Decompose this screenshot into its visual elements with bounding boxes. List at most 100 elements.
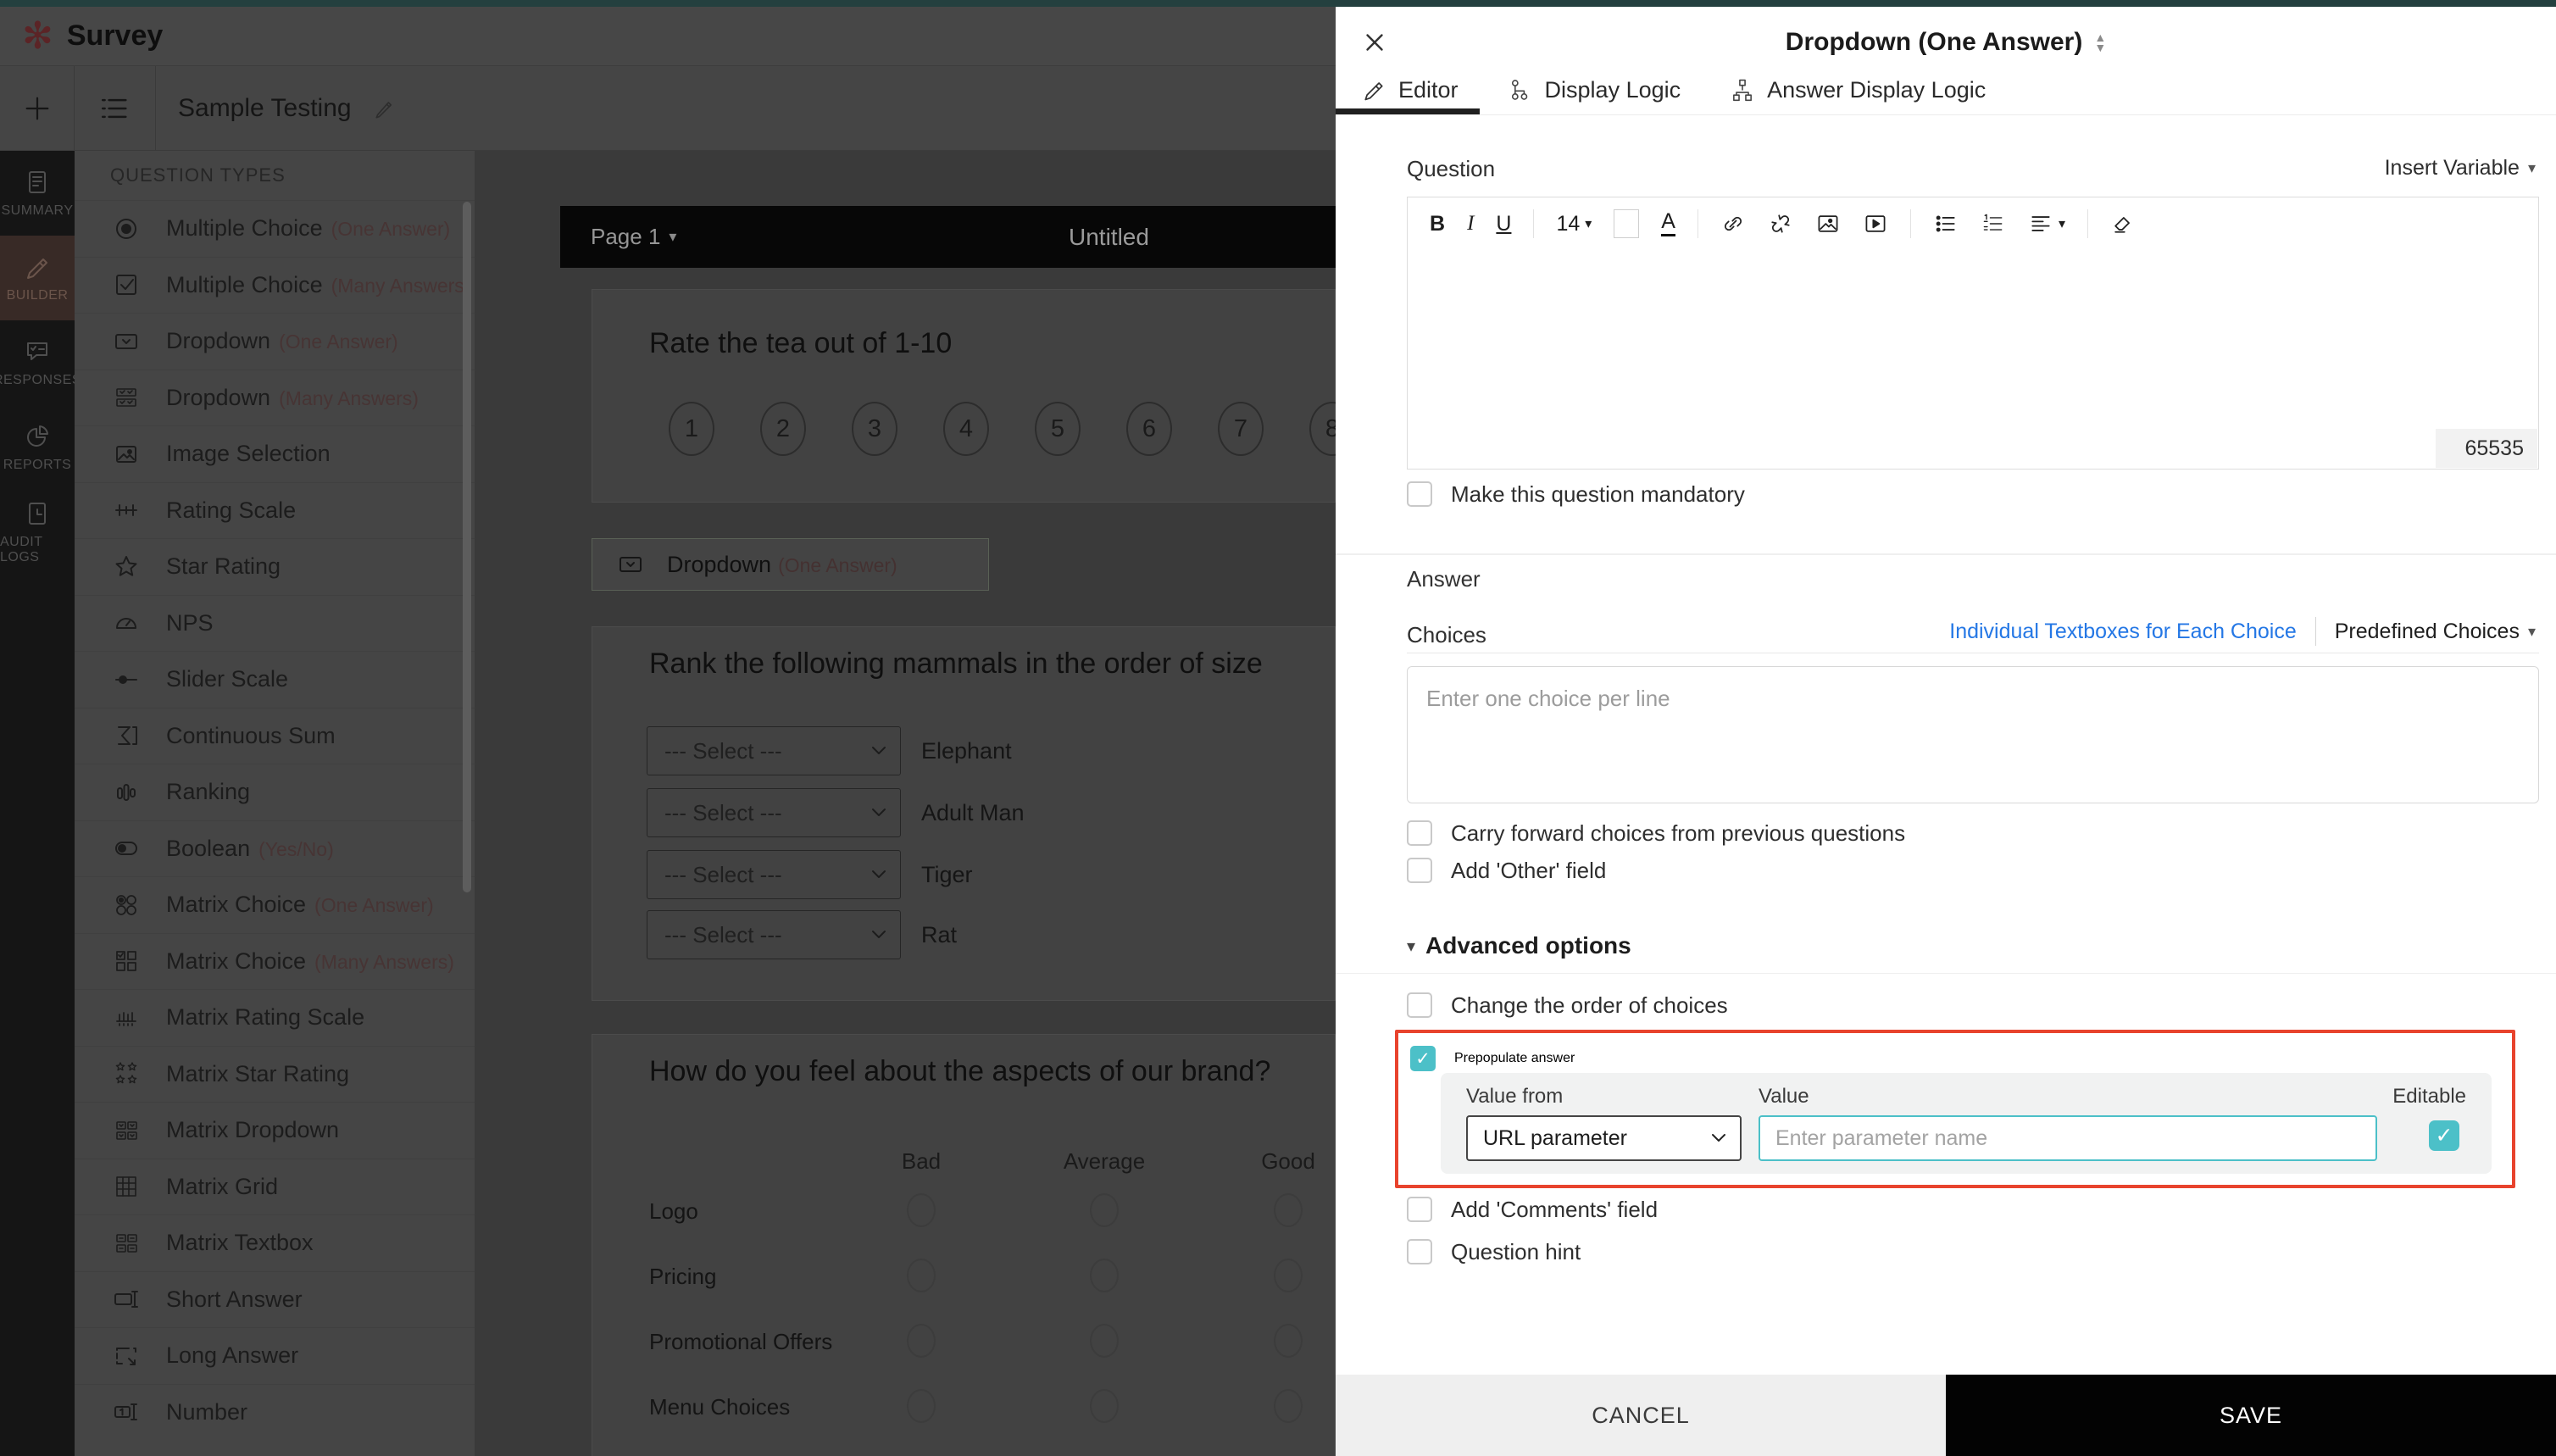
value-from-select[interactable]: URL parameter — [1466, 1115, 1742, 1161]
matrix-radio[interactable] — [907, 1389, 936, 1423]
dropdown-question-chip[interactable]: Dropdown(One Answer) — [592, 538, 989, 591]
bullet-list-icon[interactable] — [1933, 211, 1959, 236]
qpanel-scrollbar[interactable] — [463, 202, 471, 892]
predefined-choices-dropdown[interactable]: Predefined Choices ▾ — [2335, 620, 2536, 644]
question-hint-option[interactable]: Question hint — [1407, 1235, 1581, 1269]
matrix-radio[interactable] — [1274, 1324, 1303, 1358]
qtype-star-rating[interactable]: Star Rating — [75, 538, 475, 595]
qtype-multiple-choice-many[interactable]: Multiple Choice(Many Answers) — [75, 257, 475, 314]
matrix-radio[interactable] — [1274, 1389, 1303, 1423]
qtype-continuous-sum[interactable]: Continuous Sum — [75, 708, 475, 764]
background-color-swatch[interactable] — [1614, 209, 1639, 238]
qtype-matrix-choice-one[interactable]: Matrix Choice(One Answer) — [75, 876, 475, 933]
numbered-list-icon[interactable] — [1981, 211, 2006, 236]
question-nav-arrows[interactable]: ▲▼ — [2094, 32, 2106, 53]
qtype-matrix-choice-many[interactable]: Matrix Choice(Many Answers) — [75, 933, 475, 990]
qtype-long-answer[interactable]: Long Answer — [75, 1327, 475, 1384]
nav-audit-logs[interactable]: AUDIT LOGS — [0, 490, 75, 575]
mandatory-checkbox[interactable] — [1407, 481, 1432, 507]
page-bar[interactable]: Page 1 ▾ Untitled — [560, 206, 1336, 268]
qtype-dropdown-one[interactable]: Dropdown(One Answer) — [75, 313, 475, 370]
nav-summary[interactable]: SUMMARY — [0, 151, 75, 236]
prepopulate-checkbox[interactable]: ✓ — [1410, 1046, 1436, 1071]
mandatory-option[interactable]: Make this question mandatory — [1407, 477, 1745, 511]
rank-select-elephant[interactable]: --- Select --- — [647, 726, 901, 775]
add-other-option[interactable]: Add 'Other' field — [1407, 853, 1606, 887]
underline-button[interactable]: U — [1496, 212, 1511, 236]
parameter-name-input[interactable] — [1759, 1115, 2377, 1161]
rating-option[interactable]: 1 — [669, 402, 714, 456]
choices-textarea[interactable] — [1407, 666, 2539, 803]
rating-option[interactable]: 6 — [1126, 402, 1172, 456]
qtype-slider-scale[interactable]: Slider Scale — [75, 651, 475, 708]
qtype-multiple-choice-one[interactable]: Multiple Choice(One Answer) — [75, 200, 475, 257]
qtype-matrix-rating-scale[interactable]: Matrix Rating Scale — [75, 989, 475, 1046]
matrix-radio[interactable] — [907, 1193, 936, 1227]
tab-answer-display-logic[interactable]: Answer Display Logic — [1730, 77, 1986, 103]
tab-editor[interactable]: Editor — [1361, 77, 1459, 103]
rank-select-adult-man[interactable]: --- Select --- — [647, 788, 901, 837]
font-color-button[interactable]: A — [1661, 211, 1675, 236]
insert-video-icon[interactable] — [1863, 211, 1888, 236]
change-order-checkbox[interactable] — [1407, 992, 1432, 1018]
insert-image-icon[interactable] — [1815, 211, 1841, 236]
editable-checkbox[interactable]: ✓ — [2429, 1120, 2459, 1151]
font-size-dropdown[interactable]: 14▾ — [1556, 212, 1592, 236]
matrix-radio[interactable] — [1274, 1193, 1303, 1227]
link-icon[interactable] — [1720, 211, 1746, 236]
qtype-matrix-grid[interactable]: Matrix Grid — [75, 1159, 475, 1215]
insert-variable-button[interactable]: Insert Variable ▾ — [2385, 156, 2536, 181]
add-other-checkbox[interactable] — [1407, 858, 1432, 883]
qtype-boolean[interactable]: Boolean(Yes/No) — [75, 820, 475, 877]
align-dropdown[interactable]: ▾ — [2028, 211, 2065, 236]
carry-forward-option[interactable]: Carry forward choices from previous ques… — [1407, 816, 1905, 850]
matrix-radio[interactable] — [1090, 1324, 1119, 1358]
qtype-matrix-dropdown[interactable]: Matrix Dropdown — [75, 1102, 475, 1159]
question-card-rating[interactable]: Rate the tea out of 1-10 1 2 3 4 5 6 7 8 — [592, 289, 1336, 503]
change-order-option[interactable]: Change the order of choices — [1407, 988, 1728, 1022]
rank-select-rat[interactable]: --- Select --- — [647, 910, 901, 959]
question-card-ranking[interactable]: Rank the following mammals in the order … — [592, 626, 1336, 1001]
nav-responses[interactable]: RESPONSES — [0, 320, 75, 405]
matrix-radio[interactable] — [907, 1259, 936, 1292]
eraser-icon[interactable] — [2110, 211, 2136, 236]
question-card-matrix[interactable]: How do you feel about the aspects of our… — [592, 1034, 1336, 1456]
qtype-image-selection[interactable]: Image Selection — [75, 425, 475, 482]
page-list-button[interactable] — [75, 66, 156, 151]
rating-option[interactable]: 3 — [852, 402, 897, 456]
prepopulate-option[interactable]: ✓ Prepopulate answer — [1410, 1042, 1575, 1075]
nav-reports[interactable]: REPORTS — [0, 405, 75, 490]
advanced-options-toggle[interactable]: ▾ Advanced options — [1407, 927, 1631, 964]
add-comments-checkbox[interactable] — [1407, 1197, 1432, 1222]
rating-option[interactable]: 5 — [1035, 402, 1081, 456]
italic-button[interactable]: I — [1467, 212, 1474, 236]
rating-option[interactable]: 2 — [760, 402, 806, 456]
qtype-short-answer[interactable]: Short Answer — [75, 1271, 475, 1328]
add-page-button[interactable] — [0, 66, 75, 151]
question-hint-checkbox[interactable] — [1407, 1239, 1432, 1264]
qtype-rating-scale[interactable]: Rating Scale — [75, 482, 475, 539]
rating-option[interactable]: 7 — [1218, 402, 1264, 456]
qtype-number[interactable]: Number — [75, 1384, 475, 1441]
individual-textboxes-link[interactable]: Individual Textboxes for Each Choice — [1949, 620, 2297, 644]
cancel-button[interactable]: CANCEL — [1336, 1375, 1946, 1456]
add-comments-option[interactable]: Add 'Comments' field — [1407, 1192, 1658, 1226]
rich-text-editor[interactable]: B I U 14▾ A ▾ — [1407, 197, 2539, 470]
page-selector[interactable]: Page 1 ▾ — [591, 224, 676, 250]
matrix-radio[interactable] — [907, 1324, 936, 1358]
edit-title-pencil-icon[interactable] — [372, 97, 396, 120]
matrix-radio[interactable] — [1090, 1193, 1119, 1227]
rank-select-tiger[interactable]: --- Select --- — [647, 850, 901, 899]
unlink-icon[interactable] — [1768, 211, 1793, 236]
save-button[interactable]: SAVE — [1946, 1375, 2556, 1456]
qtype-ranking[interactable]: Ranking — [75, 764, 475, 820]
matrix-radio[interactable] — [1090, 1259, 1119, 1292]
nav-builder[interactable]: BUILDER — [0, 236, 75, 320]
qtype-nps[interactable]: NPS — [75, 595, 475, 652]
qtype-matrix-star-rating[interactable]: Matrix Star Rating — [75, 1046, 475, 1103]
matrix-radio[interactable] — [1090, 1389, 1119, 1423]
bold-button[interactable]: B — [1430, 212, 1445, 236]
qtype-matrix-textbox[interactable]: Matrix Textbox — [75, 1214, 475, 1271]
tab-display-logic[interactable]: Display Logic — [1508, 77, 1681, 103]
carry-forward-checkbox[interactable] — [1407, 820, 1432, 846]
